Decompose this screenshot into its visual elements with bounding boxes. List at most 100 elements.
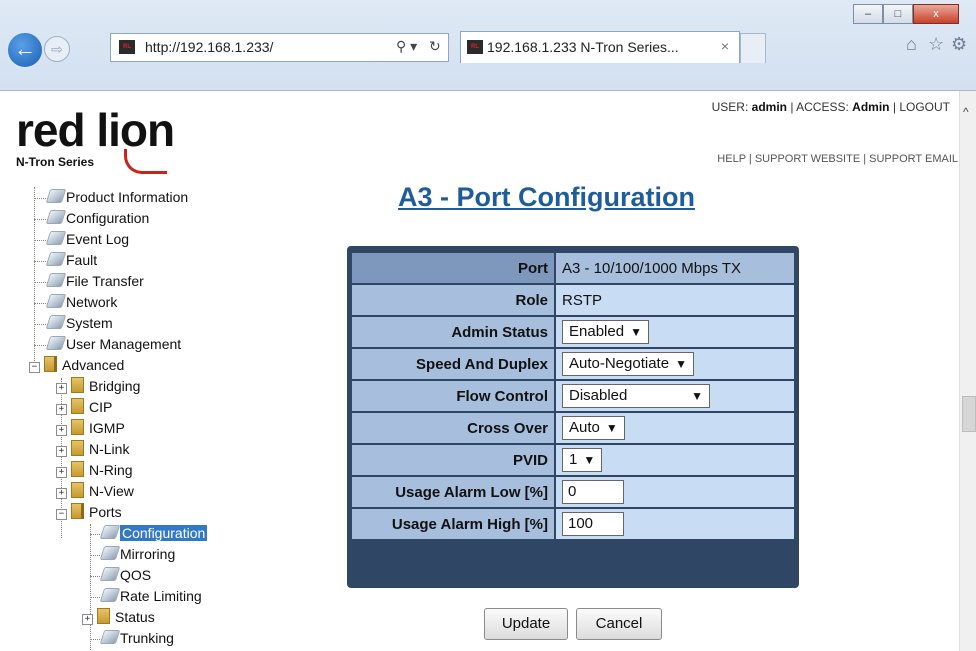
tab-active[interactable]: RL 192.168.1.233 N-Tron Series... × bbox=[460, 31, 740, 63]
tree-item-system[interactable]: System bbox=[34, 313, 113, 334]
page-icon bbox=[45, 336, 67, 350]
row-speed-duplex: Speed And Duplex Auto-Negotiate ▼ bbox=[352, 349, 794, 379]
tree-item-advanced[interactable]: − Advanced bbox=[29, 355, 124, 376]
site-favicon-icon: RL bbox=[119, 40, 135, 54]
help-link[interactable]: HELP bbox=[717, 153, 746, 165]
new-tab-button[interactable] bbox=[740, 33, 766, 63]
tree-item-file-transfer[interactable]: File Transfer bbox=[34, 271, 144, 292]
access-label: ACCESS: bbox=[796, 100, 849, 114]
expand-icon[interactable]: + bbox=[82, 614, 93, 625]
user-name: admin bbox=[751, 100, 787, 114]
star-icon[interactable]: ☆ bbox=[928, 34, 944, 55]
tree-item-product-information[interactable]: Product Information bbox=[34, 187, 188, 208]
row-cross-over: Cross Over Auto ▼ bbox=[352, 413, 794, 443]
tree-item-configuration[interactable]: Configuration bbox=[34, 208, 149, 229]
tree-item-fault[interactable]: Fault bbox=[34, 250, 97, 271]
user-label: USER: bbox=[711, 100, 749, 114]
tree-item-n-link[interactable]: + N-Link bbox=[56, 439, 129, 460]
tree-item-igmp[interactable]: + IGMP bbox=[56, 418, 125, 439]
expand-icon[interactable]: + bbox=[56, 488, 67, 499]
back-button[interactable]: ← bbox=[6, 31, 44, 69]
page-icon bbox=[45, 315, 67, 329]
expand-icon[interactable]: + bbox=[56, 446, 67, 457]
page-icon bbox=[45, 294, 67, 308]
folder-open-icon bbox=[71, 503, 84, 519]
support-email-link[interactable]: SUPPORT EMAIL bbox=[869, 153, 958, 165]
row-usage-alarm-low: Usage Alarm Low [%] 0 bbox=[352, 477, 794, 507]
maximize-button[interactable]: □ bbox=[883, 4, 913, 24]
page-icon bbox=[45, 231, 67, 245]
support-website-link[interactable]: SUPPORT WEBSITE bbox=[755, 153, 860, 165]
page-title: A3 - Port Configuration bbox=[398, 182, 695, 212]
usage-alarm-low-input[interactable]: 0 bbox=[562, 480, 624, 504]
tree-item-qos[interactable]: QOS bbox=[90, 565, 151, 586]
port-config-form: Port A3 - 10/100/1000 Mbps TX Role RSTP … bbox=[347, 246, 799, 588]
address-url[interactable]: http://192.168.1.233/ bbox=[145, 39, 273, 55]
refresh-icon[interactable]: ↻ bbox=[429, 38, 441, 55]
gear-icon[interactable]: ⚙ bbox=[951, 34, 967, 55]
page-icon bbox=[99, 525, 121, 539]
folder-open-icon bbox=[44, 356, 57, 372]
tree-item-bridging[interactable]: + Bridging bbox=[56, 376, 140, 397]
address-bar[interactable]: RL http://192.168.1.233/ ⚲ ▾ ↻ bbox=[110, 33, 449, 62]
admin-status-select[interactable]: Enabled ▼ bbox=[562, 320, 649, 344]
close-window-button[interactable]: x bbox=[913, 4, 959, 24]
cancel-button[interactable]: Cancel bbox=[576, 608, 662, 640]
tree-item-ports[interactable]: − Ports bbox=[56, 502, 122, 523]
scroll-up-icon[interactable]: ^ bbox=[963, 105, 969, 119]
tree-item-status[interactable]: + Status bbox=[82, 607, 155, 628]
home-icon[interactable]: ⌂ bbox=[906, 34, 917, 55]
folder-icon bbox=[71, 440, 84, 456]
logo-swoosh-icon bbox=[124, 149, 167, 174]
tree-item-n-ring[interactable]: + N-Ring bbox=[56, 460, 133, 481]
port-config-table: Port A3 - 10/100/1000 Mbps TX Role RSTP … bbox=[352, 251, 794, 541]
tree-item-n-view[interactable]: + N-View bbox=[56, 481, 134, 502]
usage-alarm-high-input[interactable]: 100 bbox=[562, 512, 624, 536]
update-button[interactable]: Update bbox=[484, 608, 568, 640]
logout-link[interactable]: LOGOUT bbox=[899, 100, 950, 114]
tree-item-network[interactable]: Network bbox=[34, 292, 117, 313]
cross-over-select[interactable]: Auto ▼ bbox=[562, 416, 625, 440]
tree-item-cip[interactable]: + CIP bbox=[56, 397, 112, 418]
cross-over-label: Cross Over bbox=[352, 413, 554, 443]
speed-duplex-select[interactable]: Auto-Negotiate ▼ bbox=[562, 352, 694, 376]
page-icon bbox=[99, 546, 121, 560]
scroll-thumb[interactable] bbox=[962, 396, 976, 432]
pvid-select[interactable]: 1 ▼ bbox=[562, 448, 603, 472]
expand-icon[interactable]: + bbox=[56, 425, 67, 436]
flow-control-select[interactable]: Disabled ▼ bbox=[562, 384, 710, 408]
vertical-scrollbar[interactable]: ^ bbox=[959, 91, 976, 651]
row-usage-alarm-high: Usage Alarm High [%] 100 bbox=[352, 509, 794, 539]
chevron-down-icon: ▼ bbox=[630, 325, 642, 339]
collapse-icon[interactable]: − bbox=[29, 362, 40, 373]
access-level: Admin bbox=[852, 100, 890, 114]
expand-icon[interactable]: + bbox=[56, 404, 67, 415]
title-bar: – □ x bbox=[0, 0, 976, 26]
tree-item-port-configuration[interactable]: Configuration bbox=[90, 523, 208, 544]
tree-item-rate-limiting[interactable]: Rate Limiting bbox=[90, 586, 202, 607]
page-icon bbox=[99, 588, 121, 602]
search-icon[interactable]: ⚲ ▾ bbox=[396, 38, 417, 55]
folder-icon bbox=[71, 419, 84, 435]
usage-alarm-high-label: Usage Alarm High [%] bbox=[352, 509, 554, 539]
collapse-icon[interactable]: − bbox=[56, 509, 67, 520]
usage-alarm-low-label: Usage Alarm Low [%] bbox=[352, 477, 554, 507]
expand-icon[interactable]: + bbox=[56, 383, 67, 394]
pvid-label: PVID bbox=[352, 445, 554, 475]
tab-close-icon[interactable]: × bbox=[721, 38, 729, 54]
page-icon bbox=[45, 210, 67, 224]
page-icon bbox=[45, 189, 67, 203]
tree-item-trunking[interactable]: Trunking bbox=[90, 628, 174, 649]
expand-icon[interactable]: + bbox=[56, 467, 67, 478]
port-label: Port bbox=[352, 253, 554, 283]
page-icon bbox=[99, 567, 121, 581]
chevron-down-icon: ▼ bbox=[691, 389, 703, 403]
role-value: RSTP bbox=[554, 285, 794, 315]
tree-item-event-log[interactable]: Event Log bbox=[34, 229, 129, 250]
minimize-button[interactable]: – bbox=[853, 4, 883, 24]
user-status-line: USER: admin | ACCESS: Admin | LOGOUT bbox=[712, 100, 950, 114]
tree-item-user-management[interactable]: User Management bbox=[34, 334, 181, 355]
help-links: HELP | SUPPORT WEBSITE | SUPPORT EMAIL bbox=[717, 153, 958, 165]
tree-item-mirroring[interactable]: Mirroring bbox=[90, 544, 175, 565]
forward-button[interactable]: ⇨ bbox=[44, 36, 70, 62]
